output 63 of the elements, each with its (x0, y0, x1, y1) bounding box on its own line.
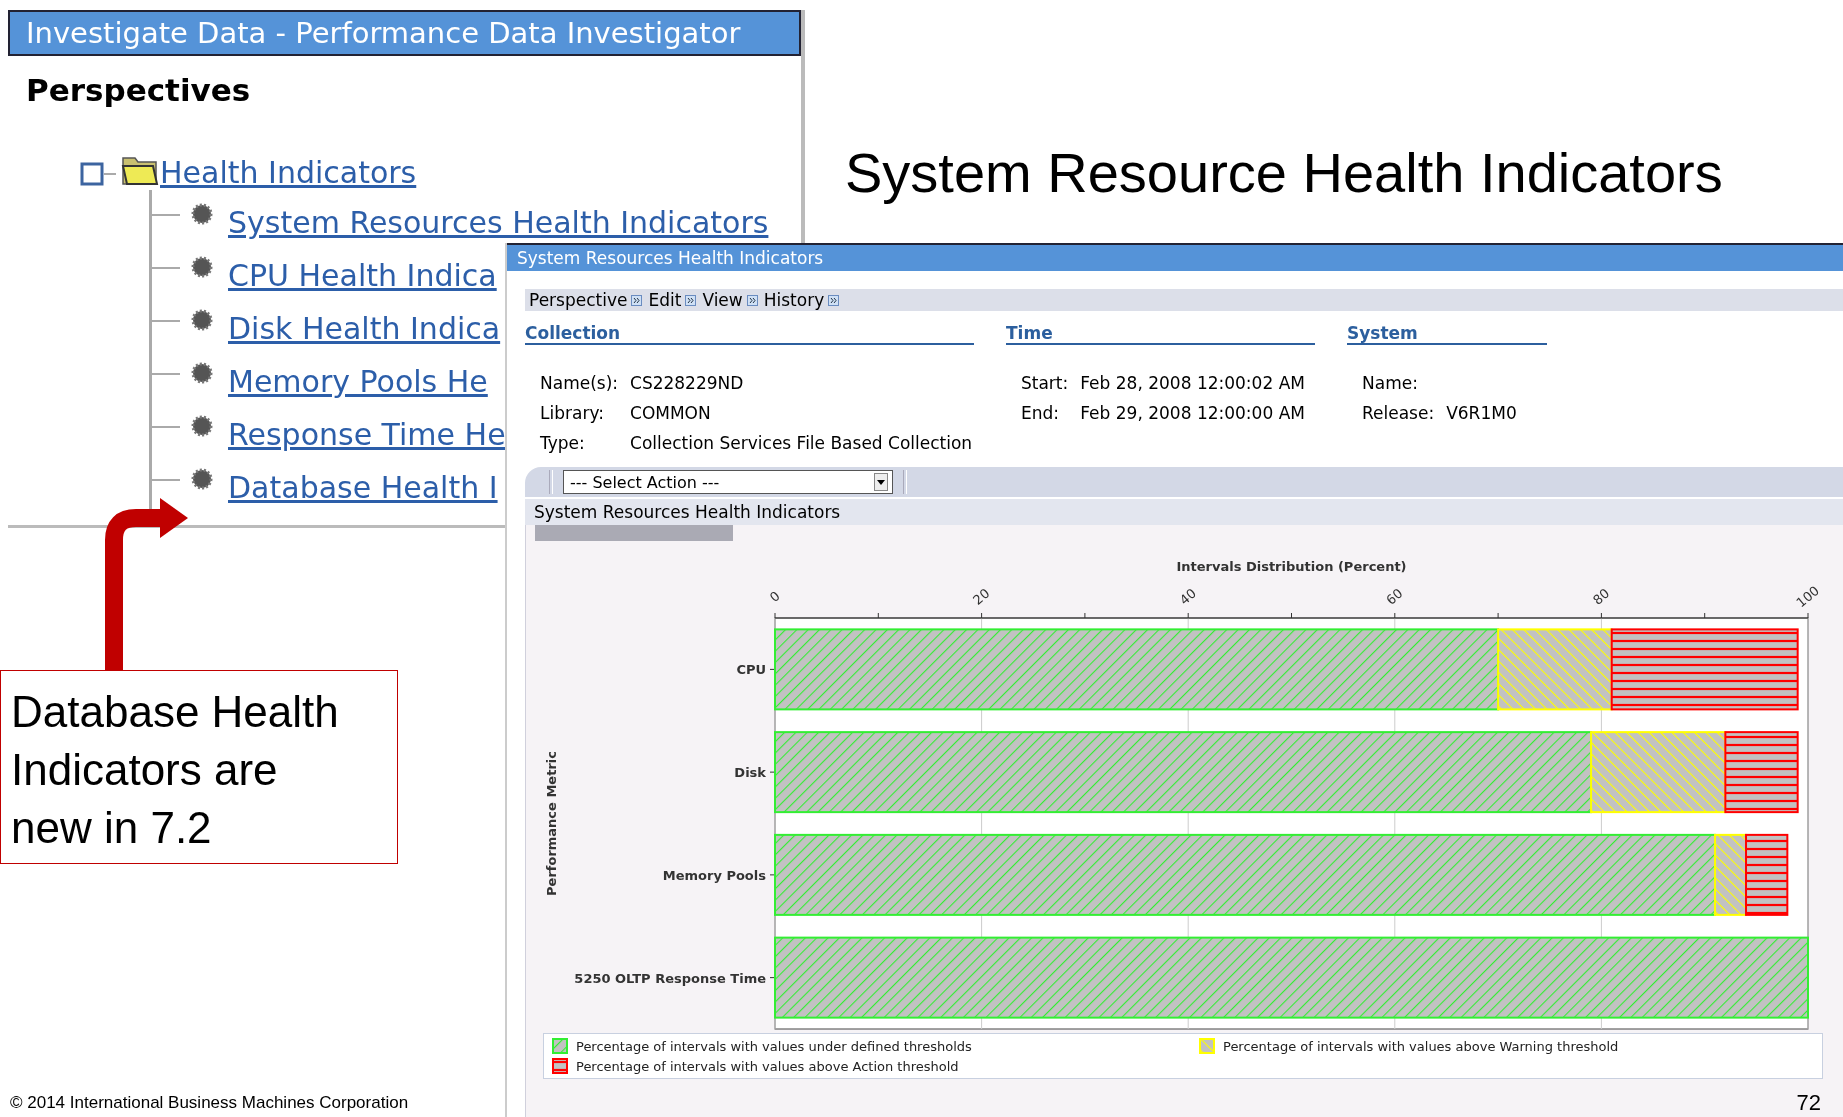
bullet-icon (190, 254, 214, 279)
field-value: CS228229ND (630, 373, 745, 393)
window-title: System Resources Health Indicators (507, 243, 1843, 271)
tree-link[interactable]: System Resources Health Indicators (228, 205, 769, 240)
axis-title: Intervals Distribution (Percent) (1176, 559, 1407, 574)
field-value: COMMON (630, 403, 712, 423)
field-label: Library: (540, 403, 605, 423)
field-label: Type: (540, 433, 586, 453)
axis-category-label: 5250 OLTP Response Time (574, 970, 766, 986)
legend-label: Percentage of intervals with values under defined thresholds (576, 1038, 972, 1054)
submenu-arrow-icon (828, 294, 840, 306)
action-dropdown[interactable]: --- Select Action --- (563, 470, 893, 494)
submenu-arrow-icon (631, 294, 643, 306)
tree-link[interactable]: Disk Health Indica (228, 311, 501, 346)
slide-title: System Resource Health Indicators (845, 140, 1723, 205)
copyright-text: © 2014 International Business Machines Corporation (10, 1093, 409, 1113)
window-title: Investigate Data - Performance Data Investigator (8, 10, 801, 56)
section-heading: Time (1006, 323, 1315, 345)
submenu-arrow-icon (685, 294, 697, 306)
callout-box: Database Health Indicators are new in 7.2 (0, 670, 398, 864)
axis-category-label: Memory Pools (662, 867, 766, 883)
field-label: End: (1021, 403, 1061, 423)
tree-link[interactable]: Memory Pools He (228, 364, 488, 399)
axis-tick-label: 100 (1793, 582, 1822, 611)
field-value: Feb 28, 2008 12:00:02 AM (1080, 373, 1306, 393)
tree-link[interactable]: Response Time He (228, 417, 506, 452)
bullet-icon (190, 201, 214, 226)
dropdown-value: --- Select Action --- (570, 472, 720, 492)
menu-item[interactable]: Edit (648, 290, 682, 310)
tree-link[interactable]: Database Health I (228, 470, 498, 505)
submenu-arrow-icon (746, 294, 758, 306)
menu-item[interactable]: View (702, 290, 743, 310)
bullet-icon (190, 466, 214, 491)
section-heading: Collection (525, 323, 974, 345)
section-heading: Perspectives (25, 71, 252, 108)
collapse-icon[interactable] (80, 162, 104, 186)
field-value: Feb 29, 2008 12:00:00 AM (1080, 403, 1306, 423)
axis-tick-label: 60 (1383, 585, 1406, 608)
axis-tick-label: 0 (766, 588, 783, 605)
field-value: V6R1M0 (1446, 403, 1518, 423)
field-label: Name: (1362, 373, 1419, 393)
panel-title: System Resources Health Indicators (525, 497, 1843, 525)
axis-title: Performance Metric (544, 751, 559, 896)
menu-item[interactable]: History (763, 290, 825, 310)
axis-tick-label: 20 (970, 585, 993, 608)
axis-tick-label: 80 (1589, 585, 1613, 608)
axis-category-label: CPU (736, 662, 766, 678)
bullet-icon (190, 413, 214, 438)
field-label: Name(s): (540, 373, 618, 393)
legend-label: Percentage of intervals with values above Warning threshold (1223, 1038, 1619, 1054)
legend-label: Percentage of intervals with values above Action threshold (576, 1058, 959, 1074)
tree-link[interactable]: Health Indicators (160, 155, 417, 190)
bullet-icon (190, 307, 214, 332)
field-label: Release: (1362, 403, 1435, 423)
axis-category-label: Disk (734, 765, 766, 781)
bullet-icon (190, 360, 214, 385)
section-heading: System (1347, 323, 1547, 345)
tree-link[interactable]: CPU Health Indica (228, 258, 497, 293)
axis-tick-label: 40 (1176, 585, 1200, 608)
field-value: Collection Services File Based Collection (630, 433, 974, 453)
menu-item[interactable]: Perspective (529, 290, 628, 310)
field-label: Start: (1021, 373, 1069, 393)
page-number: 72 (1796, 1090, 1821, 1116)
